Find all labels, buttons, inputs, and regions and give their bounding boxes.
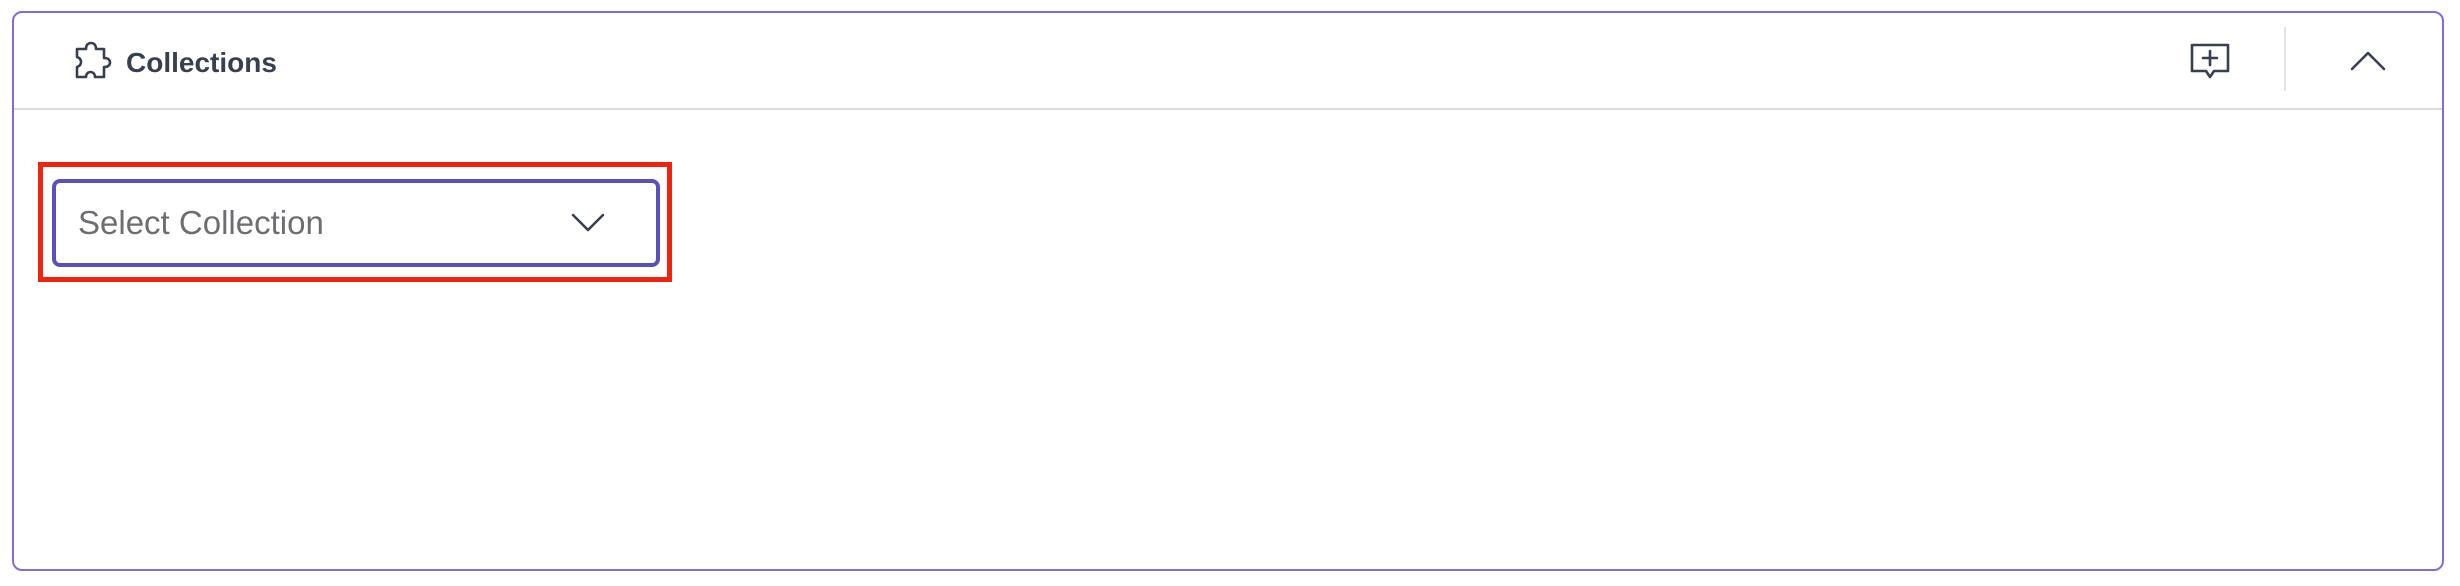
header-divider bbox=[2284, 27, 2286, 91]
chevron-down-icon bbox=[568, 203, 608, 243]
comment-plus-icon bbox=[2190, 43, 2230, 79]
puzzle-piece-icon bbox=[68, 39, 114, 85]
panel-title: Collections bbox=[126, 47, 277, 78]
add-comment-button[interactable] bbox=[2186, 37, 2234, 85]
collection-select[interactable]: Select Collection bbox=[52, 179, 660, 267]
collections-panel: Collections Select Collection bbox=[12, 11, 2444, 571]
chevron-up-icon bbox=[2350, 51, 2386, 71]
collapse-panel-button[interactable] bbox=[2344, 37, 2392, 85]
collection-select-placeholder: Select Collection bbox=[78, 204, 324, 241]
panel-header: Collections bbox=[14, 13, 2442, 110]
